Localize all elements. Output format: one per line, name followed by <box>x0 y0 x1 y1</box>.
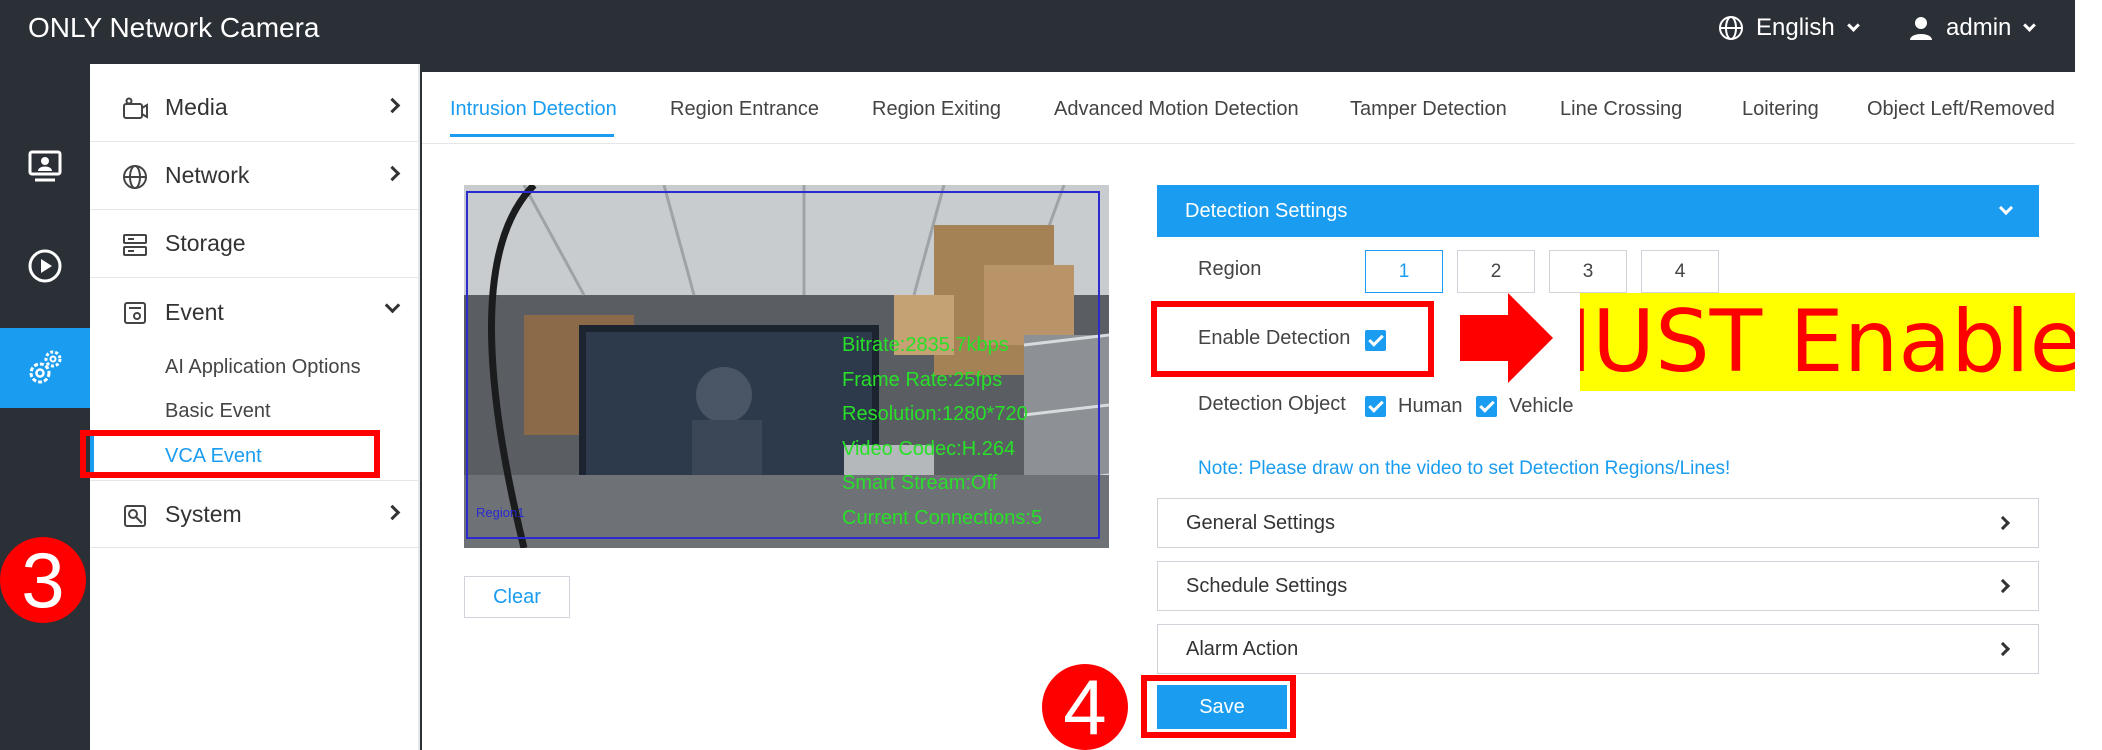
tab-object-left-removed[interactable]: Object Left/Removed <box>1867 98 2055 121</box>
event-tabs: Intrusion Detection Region Entrance Regi… <box>422 72 2075 144</box>
stream-resolution: Resolution:1280*720 <box>842 403 1028 425</box>
event-icon <box>124 302 146 324</box>
region-field-label: Region <box>1198 258 1262 280</box>
chevron-right-icon <box>384 97 401 114</box>
tab-advanced-motion-detection[interactable]: Advanced Motion Detection <box>1054 98 1299 121</box>
detection-settings-header[interactable]: Detection Settings <box>1157 185 2039 237</box>
save-button-highlight <box>1141 675 1296 738</box>
system-icon <box>124 505 146 527</box>
menu-label: System <box>165 500 242 527</box>
human-label: Human <box>1398 395 1463 417</box>
alarm-action-section[interactable]: Alarm Action <box>1157 624 2039 674</box>
stream-info-overlay: Bitrate:2835.7kbps Frame Rate:25fps Reso… <box>842 328 1042 535</box>
region-button-4[interactable]: 4 <box>1641 250 1719 293</box>
menu-item-media[interactable]: Media <box>90 74 420 142</box>
menu-label: Media <box>165 94 228 120</box>
region-label: Region1 <box>476 505 525 520</box>
active-tab-underline <box>450 134 614 137</box>
chevron-right-icon <box>384 165 401 182</box>
tab-region-exiting[interactable]: Region Exiting <box>872 98 1001 121</box>
stream-connections: Current Connections:5 <box>842 506 1043 529</box>
chevron-right-icon <box>1995 515 2011 531</box>
live-view-nav[interactable] <box>0 126 90 206</box>
chevron-right-icon <box>1995 578 2011 594</box>
step-3-marker: 3 <box>0 537 86 623</box>
chevron-right-icon <box>384 504 401 521</box>
tab-loitering[interactable]: Loitering <box>1742 98 1819 121</box>
video-preview[interactable]: Region1 Bitrate:2835.7kbps Frame Rate:25… <box>464 185 1109 548</box>
playback-icon <box>28 249 62 283</box>
user-menu[interactable]: admin <box>1908 14 2037 42</box>
stream-bitrate: Bitrate:2835.7kbps <box>842 334 1009 356</box>
app-title: ONLY Network Camera <box>28 12 320 43</box>
menu-item-event[interactable]: Event <box>90 278 420 346</box>
general-settings-section[interactable]: General Settings <box>1157 498 2039 548</box>
menu-label: Storage <box>165 230 246 256</box>
language-label: English <box>1756 14 1835 41</box>
vca-event-highlight <box>80 430 380 478</box>
monitor-icon <box>28 150 62 182</box>
playback-nav[interactable] <box>0 226 90 306</box>
section-title: Alarm Action <box>1186 637 1299 660</box>
settings-nav[interactable] <box>0 328 90 408</box>
menu-item-storage[interactable]: Storage <box>90 210 420 278</box>
chevron-down-icon <box>384 297 401 314</box>
window-edge <box>2075 0 2102 750</box>
icon-rail <box>0 64 90 750</box>
submenu-ai-application-options[interactable]: AI Application Options <box>165 356 361 379</box>
human-checkbox[interactable] <box>1365 396 1386 417</box>
menu-label: Network <box>165 162 250 188</box>
vehicle-checkbox[interactable] <box>1476 396 1497 417</box>
enable-detection-highlight <box>1151 301 1434 377</box>
globe-icon <box>1719 16 1743 40</box>
region-button-1[interactable]: 1 <box>1365 250 1443 293</box>
chevron-right-icon <box>1995 641 2011 657</box>
tab-intrusion-detection[interactable]: Intrusion Detection <box>450 98 617 121</box>
region-button-2[interactable]: 2 <box>1457 250 1535 293</box>
detection-settings-title: Detection Settings <box>1185 199 1348 222</box>
tab-region-entrance[interactable]: Region Entrance <box>670 98 819 121</box>
step-4-marker: 4 <box>1042 664 1128 750</box>
settings-menu: Media Network Storage Event AI Applicati… <box>90 64 420 750</box>
menu-label: Event <box>165 298 224 325</box>
detection-object-label: Detection Object <box>1198 393 1346 415</box>
chevron-down-icon <box>2023 18 2037 32</box>
section-title: Schedule Settings <box>1186 574 1348 597</box>
submenu-basic-event[interactable]: Basic Event <box>165 400 271 423</box>
gear-icon <box>29 350 62 384</box>
clear-button[interactable]: Clear <box>464 576 570 618</box>
top-bar: ONLY Network Camera English admin <box>0 0 2075 64</box>
stream-codec: Video Codec:H.264 <box>842 437 1016 460</box>
username-label: admin <box>1946 14 2012 41</box>
menu-item-system[interactable]: System <box>90 480 420 548</box>
storage-icon <box>123 234 147 256</box>
arrow-right-icon <box>1460 293 1553 383</box>
must-enabled-callout: MUST Enabled <box>1580 293 2075 391</box>
draw-region-note: Note: Please draw on the video to set De… <box>1198 458 1731 479</box>
menu-item-network[interactable]: Network <box>90 142 420 210</box>
tab-tamper-detection[interactable]: Tamper Detection <box>1350 98 1507 121</box>
app-window: ONLY Network Camera English admin Media … <box>0 0 2102 750</box>
chevron-down-icon <box>1846 18 1860 32</box>
schedule-settings-section[interactable]: Schedule Settings <box>1157 561 2039 611</box>
stream-frame-rate: Frame Rate:25fps <box>842 368 1003 391</box>
tab-line-crossing[interactable]: Line Crossing <box>1560 98 1682 121</box>
stream-smart-stream: Smart Stream:Off <box>842 472 998 494</box>
section-title: General Settings <box>1186 511 1335 534</box>
globe-icon <box>123 165 147 189</box>
camera-icon <box>123 97 148 119</box>
chevron-down-icon <box>1998 200 2014 216</box>
language-selector[interactable]: English <box>1718 14 1860 42</box>
vehicle-label: Vehicle <box>1509 395 1574 417</box>
user-icon <box>1910 17 1932 40</box>
region-button-3[interactable]: 3 <box>1549 250 1627 293</box>
